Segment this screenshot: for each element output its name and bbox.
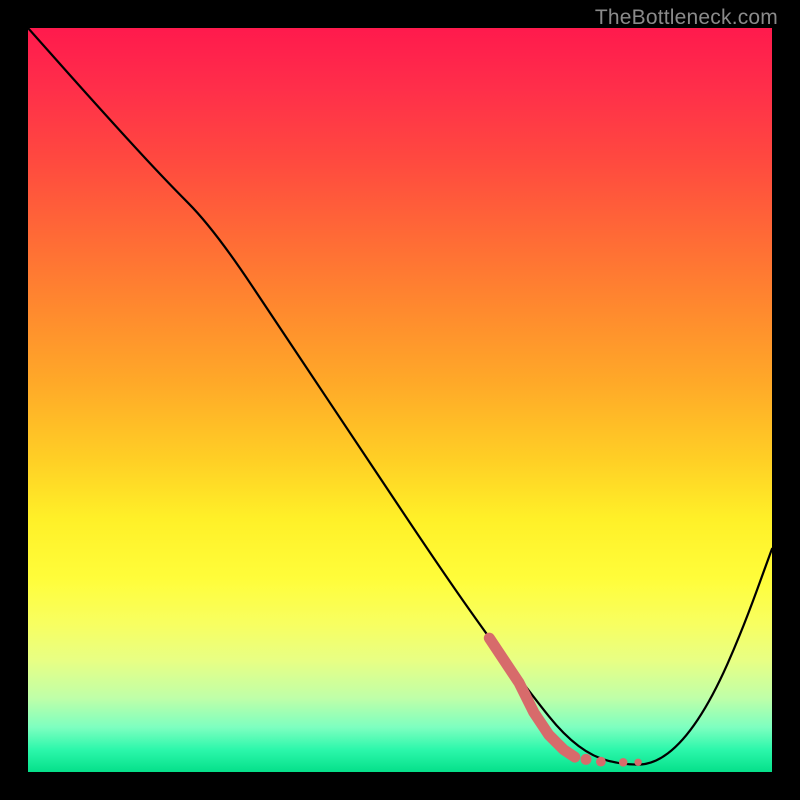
plot-area bbox=[28, 28, 772, 772]
watermark-text: TheBottleneck.com bbox=[595, 6, 778, 30]
highlight-dot bbox=[619, 758, 628, 767]
chart-frame: TheBottleneck.com bbox=[0, 0, 800, 800]
highlight-dot bbox=[596, 757, 606, 767]
highlight-dot bbox=[581, 754, 592, 765]
highlight-segment-line bbox=[489, 638, 575, 757]
highlight-dot bbox=[634, 759, 641, 766]
bottleneck-curve-line bbox=[28, 28, 772, 765]
chart-svg bbox=[28, 28, 772, 772]
